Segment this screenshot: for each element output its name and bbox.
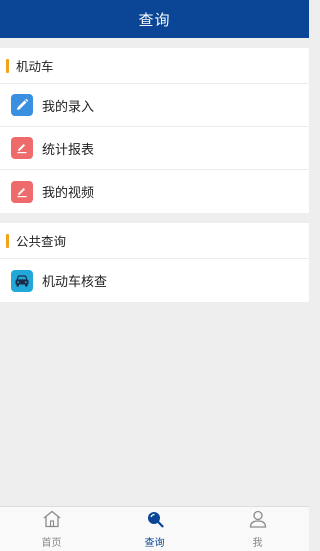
tab-label: 我 (252, 537, 263, 549)
section-accent-bar (6, 58, 9, 73)
section-title: 机动车 (16, 59, 54, 74)
bottom-tabbar: 首页 查询 我 (0, 506, 309, 551)
page-title: 查询 (138, 10, 171, 29)
top-navbar: 查询 (0, 0, 309, 38)
section-motor-vehicle: 机动车 我的录入 统计报表 我的视频 (0, 48, 309, 213)
tab-query[interactable]: 查询 (103, 507, 206, 551)
section-accent-bar (6, 233, 9, 248)
list-item-label: 我的视频 (42, 186, 95, 201)
search-icon (145, 510, 165, 532)
car-icon (11, 269, 33, 292)
list-item-statistics-report[interactable]: 统计报表 (0, 127, 309, 170)
section-public-query: 公共查询 机动车核查 (0, 223, 309, 302)
section-title: 公共查询 (16, 234, 67, 249)
list-item-my-entries[interactable]: 我的录入 (0, 84, 309, 127)
tab-home[interactable]: 首页 (0, 507, 103, 551)
section-header: 公共查询 (0, 223, 309, 259)
pencil-icon (11, 94, 33, 116)
list-item-my-videos[interactable]: 我的视频 (0, 170, 309, 213)
list-item-label: 机动车核查 (42, 275, 108, 290)
edit-icon (11, 180, 33, 203)
list-item-label: 我的录入 (42, 99, 95, 115)
list-item-vehicle-check[interactable]: 机动车核查 (0, 259, 309, 302)
edit-icon (11, 137, 33, 159)
tab-label: 首页 (41, 537, 62, 549)
list-item-label: 统计报表 (42, 142, 95, 158)
person-icon (248, 510, 268, 532)
section-header: 机动车 (0, 48, 309, 84)
tab-label: 查询 (144, 537, 165, 549)
home-icon (42, 510, 62, 532)
tab-me[interactable]: 我 (206, 507, 309, 551)
